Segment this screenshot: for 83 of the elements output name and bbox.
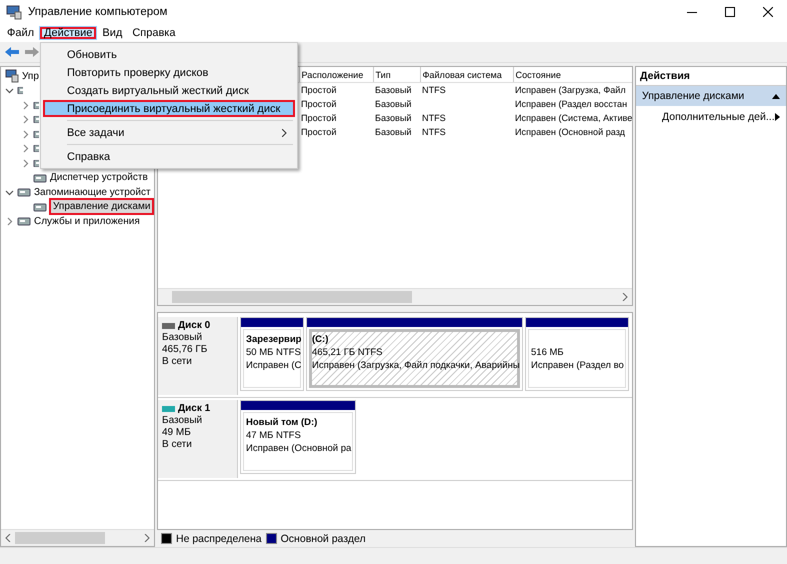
menu-item[interactable]: Все задачи [43, 124, 295, 141]
disk-name: Диск 0 [162, 320, 233, 332]
partition-block[interactable]: 516 МБ Исправен (Раздел во [525, 317, 629, 391]
partition-block[interactable]: (C:) 465,21 ГБ NTFS Исправен (Загрузка, Файл подкачки, Аварийны [306, 317, 523, 391]
tree-item[interactable]: Упр [21, 70, 40, 83]
menu-item[interactable]: Вид [97, 26, 128, 40]
disk-drive-icon [162, 406, 175, 412]
disk-type: Базовый [162, 332, 204, 344]
legend-label: Не распределена [176, 532, 262, 544]
column-header[interactable]: Расположение [299, 67, 373, 82]
scroll-right-icon[interactable] [622, 293, 628, 301]
chevron-right-icon[interactable] [20, 115, 30, 124]
partition-size: 50 МБ NTFS [246, 346, 298, 359]
table-cell-text: NTFS [421, 126, 447, 139]
partition-status: Исправен (Раздел во [531, 359, 623, 372]
partition-size: 47 МБ NTFS [246, 429, 302, 442]
partition-name: Новый том (D:) [246, 416, 318, 429]
partition-bar [241, 318, 303, 327]
action-item[interactable]: Дополнительные дей... [636, 106, 786, 128]
menu-item[interactable]: Файл [2, 26, 40, 40]
table-cell-text: Исправен (Система, Активе [514, 112, 632, 125]
table-cell: Исправен (Загрузка, Файл [513, 82, 632, 97]
scroll-left-icon[interactable] [5, 534, 11, 542]
back-arrow-icon[interactable] [4, 46, 20, 58]
window-title: Управление компьютером [28, 6, 168, 18]
partition-block[interactable]: Новый том (D:) 47 МБ NTFS Исправен (Основной ра [240, 400, 356, 474]
menu-item[interactable]: Справка [127, 26, 180, 40]
menu-item[interactable]: Справка [43, 148, 295, 165]
horizontal-scrollbar[interactable] [158, 288, 632, 305]
disk-drive-icon [162, 323, 175, 329]
table-cell-text: Исправен (Основной разд [514, 126, 626, 139]
chevron-down-icon[interactable] [4, 188, 14, 197]
chevron-right-icon[interactable] [20, 100, 30, 110]
table-cell-text: NTFS [421, 112, 447, 125]
table-cell-text: Простой [300, 126, 338, 139]
menu-item[interactable]: Обновить [43, 46, 295, 63]
chevron-down-icon[interactable] [4, 86, 14, 96]
tree-item[interactable]: Службы и приложения [33, 214, 141, 228]
disk-status: В сети [162, 356, 193, 368]
partition-size: 516 МБ [531, 346, 565, 359]
table-cell: Базовый [373, 82, 420, 97]
table-cell-text: Базовый [374, 112, 412, 125]
table-cell-text: Простой [300, 112, 338, 125]
collapse-triangle-icon[interactable] [772, 94, 780, 98]
table-cell-text: Исправен (Раздел восстан [514, 98, 628, 111]
computer-icon [6, 4, 22, 20]
table-cell: Простой [299, 82, 373, 97]
tree-item[interactable]: Диспетчер устройств [49, 171, 149, 184]
column-header[interactable]: Тип [373, 67, 420, 82]
table-cell-text: Простой [300, 98, 338, 111]
tree-item[interactable]: Управление дисками [49, 198, 154, 216]
horizontal-scrollbar[interactable] [1, 529, 154, 546]
maximize-icon [725, 7, 735, 17]
table-cell: NTFS [420, 82, 513, 97]
disk-status: В сети [162, 439, 193, 451]
partition-block[interactable]: Зарезервир 50 МБ NTFS Исправен (С [240, 317, 304, 391]
table-cell-text: Базовый [374, 98, 412, 111]
chevron-right-icon[interactable] [20, 158, 30, 168]
legend-label: Основной раздел [280, 532, 366, 544]
partition-status: Исправен (Загрузка, Файл подкачки, Аварийны [312, 359, 517, 372]
tree-item[interactable]: Запоминающие устройст [33, 186, 152, 199]
partition-status: Исправен (Основной ра [246, 442, 350, 455]
chevron-right-icon[interactable] [4, 216, 14, 226]
chevron-right-icon[interactable] [20, 130, 30, 139]
close-icon [763, 7, 773, 17]
menu-item[interactable]: Создать виртуальный жесткий диск [43, 82, 295, 99]
disk-name: Диск 1 [162, 403, 233, 415]
menu-item[interactable]: Повторить проверку дисков [43, 64, 295, 81]
forward-arrow-icon[interactable] [24, 46, 40, 58]
disk-type: Базовый [162, 415, 204, 427]
table-cell-text: Базовый [374, 126, 412, 139]
disk-size: 465,76 ГБ [162, 344, 208, 356]
computer-icon [5, 69, 19, 84]
scroll-right-icon[interactable] [144, 534, 150, 542]
chevron-right-icon[interactable] [20, 144, 30, 154]
partition-name: (C:) [312, 333, 330, 346]
column-header[interactable]: Состояние [513, 67, 632, 82]
column-header[interactable]: Файловая система [420, 67, 513, 82]
partition-size: 465,21 ГБ NTFS [312, 346, 384, 359]
actions-section[interactable]: Управление дисками [636, 86, 786, 106]
disk-size: 49 МБ [162, 427, 192, 439]
menu-item[interactable]: Действие [39, 26, 98, 40]
menu-item[interactable]: Присоединить виртуальный жесткий диск [43, 100, 295, 117]
